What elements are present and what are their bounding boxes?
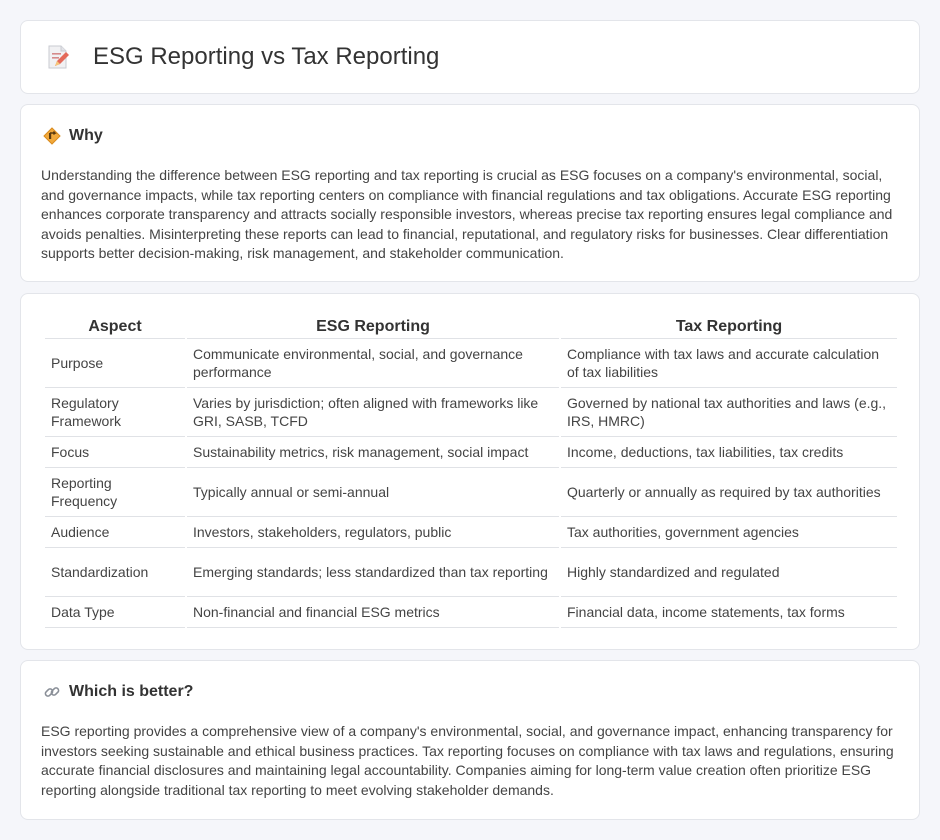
why-title: Why bbox=[69, 127, 103, 144]
cell-tax: Financial data, income statements, tax f… bbox=[561, 597, 897, 628]
comparison-table: Aspect ESG Reporting Tax Reporting Purpo… bbox=[43, 317, 899, 628]
cell-esg: Investors, stakeholders, regulators, pub… bbox=[187, 517, 559, 548]
table-row: Data Type Non-financial and financial ES… bbox=[45, 597, 897, 628]
cell-aspect: Reporting Frequency bbox=[45, 468, 185, 517]
header-card: ESG Reporting vs Tax Reporting bbox=[20, 20, 920, 94]
cell-aspect: Data Type bbox=[45, 597, 185, 628]
cell-esg: Typically annual or semi-annual bbox=[187, 468, 559, 517]
table-row: Standardization Emerging standards; less… bbox=[45, 548, 897, 597]
cell-tax: Quarterly or annually as required by tax… bbox=[561, 468, 897, 517]
title-row: ESG Reporting vs Tax Reporting bbox=[21, 21, 919, 93]
better-heading: Which is better? bbox=[43, 683, 193, 701]
comparison-section: Aspect ESG Reporting Tax Reporting Purpo… bbox=[20, 293, 920, 650]
table-header-row: Aspect ESG Reporting Tax Reporting bbox=[45, 317, 897, 339]
cell-esg: Emerging standards; less standardized th… bbox=[187, 548, 559, 597]
cell-tax: Income, deductions, tax liabilities, tax… bbox=[561, 437, 897, 468]
cell-aspect: Purpose bbox=[45, 339, 185, 388]
why-section: Why Understanding the difference between… bbox=[20, 104, 920, 282]
cell-esg: Sustainability metrics, risk management,… bbox=[187, 437, 559, 468]
table-row: Purpose Communicate environmental, socia… bbox=[45, 339, 897, 388]
document-pencil-icon bbox=[45, 44, 71, 70]
why-text: Understanding the difference between ESG… bbox=[41, 167, 893, 261]
column-header-tax: Tax Reporting bbox=[561, 317, 897, 339]
which-is-better-section: Which is better? ESG reporting provides … bbox=[20, 660, 920, 820]
link-icon bbox=[43, 683, 61, 701]
table-row: Reporting Frequency Typically annual or … bbox=[45, 468, 897, 517]
better-text: ESG reporting provides a comprehensive v… bbox=[41, 723, 894, 798]
cell-aspect: Focus bbox=[45, 437, 185, 468]
cell-tax: Highly standardized and regulated bbox=[561, 548, 897, 597]
cell-esg: Non-financial and financial ESG metrics bbox=[187, 597, 559, 628]
cell-aspect: Regulatory Framework bbox=[45, 388, 185, 437]
better-title: Which is better? bbox=[69, 683, 194, 700]
diamond-sign-icon bbox=[43, 127, 61, 145]
page-title: ESG Reporting vs Tax Reporting bbox=[93, 43, 440, 70]
cell-aspect: Audience bbox=[45, 517, 185, 548]
table-row: Regulatory Framework Varies by jurisdict… bbox=[45, 388, 897, 437]
why-heading: Why bbox=[43, 127, 103, 145]
column-header-esg: ESG Reporting bbox=[187, 317, 559, 339]
table-row: Audience Investors, stakeholders, regula… bbox=[45, 517, 897, 548]
cell-tax: Compliance with tax laws and accurate ca… bbox=[561, 339, 897, 388]
column-header-aspect: Aspect bbox=[45, 317, 185, 339]
cell-tax: Governed by national tax authorities and… bbox=[561, 388, 897, 437]
cell-esg: Communicate environmental, social, and g… bbox=[187, 339, 559, 388]
cell-aspect: Standardization bbox=[45, 548, 185, 597]
table-row: Focus Sustainability metrics, risk manag… bbox=[45, 437, 897, 468]
cell-tax: Tax authorities, government agencies bbox=[561, 517, 897, 548]
cell-esg: Varies by jurisdiction; often aligned wi… bbox=[187, 388, 559, 437]
